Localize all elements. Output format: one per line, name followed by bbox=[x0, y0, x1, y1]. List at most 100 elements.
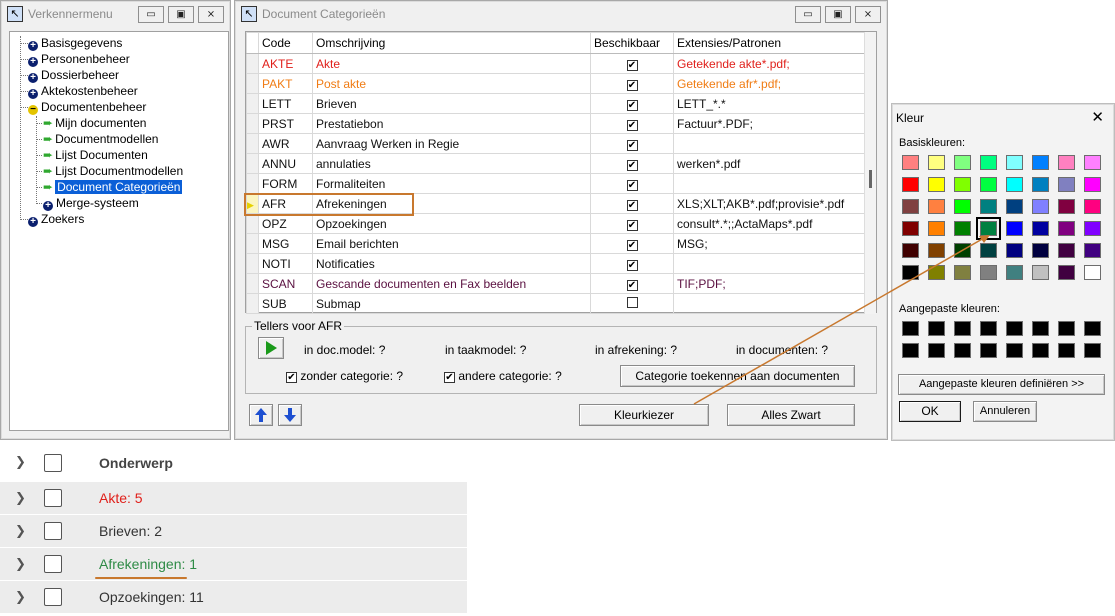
cell-code[interactable]: SCAN bbox=[258, 273, 313, 294]
cell-extensies[interactable]: Getekende afr*.pdf; bbox=[673, 73, 866, 94]
cell-omschrijving[interactable]: Aanvraag Werken in Regie bbox=[312, 133, 591, 154]
tree-item-documentmodellen[interactable]: ➨ Documentmodellen bbox=[43, 131, 158, 147]
cell-code[interactable]: OPZ bbox=[258, 213, 313, 234]
tree-item-zoekers[interactable]: + Zoekers bbox=[28, 211, 84, 227]
color-swatch[interactable] bbox=[1032, 221, 1049, 236]
custom-color-swatch[interactable] bbox=[1032, 321, 1049, 336]
cell-code[interactable]: MSG bbox=[258, 233, 313, 254]
cell-omschrijving[interactable]: Post akte bbox=[312, 73, 591, 94]
color-swatch[interactable] bbox=[928, 243, 945, 258]
color-swatch[interactable] bbox=[1084, 265, 1101, 280]
expand-icon[interactable]: + bbox=[28, 41, 38, 51]
color-swatch[interactable] bbox=[980, 199, 997, 214]
chevron-right-icon[interactable]: ❯ bbox=[15, 491, 26, 506]
color-swatch[interactable] bbox=[1058, 265, 1075, 280]
cell-beschikbaar[interactable]: ✔ bbox=[590, 173, 674, 194]
expand-icon[interactable]: + bbox=[28, 89, 38, 99]
beschikbaar-checkbox[interactable]: ✔ bbox=[626, 59, 638, 71]
cell-code[interactable]: PAKT bbox=[258, 73, 313, 94]
color-swatch[interactable] bbox=[980, 243, 997, 258]
select-all-checkbox[interactable] bbox=[44, 454, 62, 472]
chevron-right-icon[interactable]: ❯ bbox=[15, 557, 26, 572]
color-swatch[interactable] bbox=[1006, 177, 1023, 192]
cell-beschikbaar[interactable]: ✔ bbox=[590, 273, 674, 294]
color-swatch[interactable] bbox=[928, 155, 945, 170]
collapse-icon[interactable]: − bbox=[28, 105, 38, 115]
color-swatch[interactable] bbox=[1006, 221, 1023, 236]
cell-extensies[interactable]: XLS;XLT;AKB*.pdf;provisie*.pdf bbox=[673, 193, 866, 214]
color-swatch[interactable] bbox=[1006, 155, 1023, 170]
tree-item-basisgegevens[interactable]: + Basisgegevens bbox=[28, 35, 122, 51]
color-swatch[interactable] bbox=[954, 243, 971, 258]
color-swatch[interactable] bbox=[954, 221, 971, 236]
color-swatch[interactable] bbox=[1006, 199, 1023, 214]
color-swatch[interactable] bbox=[902, 199, 919, 214]
cell-code[interactable]: FORM bbox=[258, 173, 313, 194]
custom-color-swatch[interactable] bbox=[928, 343, 945, 358]
cell-beschikbaar[interactable] bbox=[590, 293, 674, 314]
grid-scrollbar[interactable] bbox=[864, 32, 876, 314]
table-row[interactable]: AKTE Akte ✔ Getekende akte*.pdf; bbox=[246, 53, 866, 74]
cell-omschrijving[interactable]: Brieven bbox=[312, 93, 591, 114]
cell-extensies[interactable] bbox=[673, 293, 866, 314]
color-swatch[interactable] bbox=[902, 177, 919, 192]
beschikbaar-checkbox[interactable]: ✔ bbox=[626, 219, 638, 231]
cancel-button[interactable]: Annuleren bbox=[973, 401, 1037, 422]
cell-beschikbaar[interactable]: ✔ bbox=[590, 53, 674, 74]
move-up-button[interactable] bbox=[249, 404, 273, 426]
cell-code[interactable]: AWR bbox=[258, 133, 313, 154]
custom-color-swatch[interactable] bbox=[902, 343, 919, 358]
column-header-omschrijving[interactable]: Omschrijving bbox=[312, 32, 591, 54]
beschikbaar-checkbox[interactable] bbox=[626, 296, 638, 308]
cell-beschikbaar[interactable]: ✔ bbox=[590, 193, 674, 214]
color-swatch[interactable] bbox=[1058, 221, 1075, 236]
color-swatch[interactable] bbox=[1084, 221, 1101, 236]
list-item[interactable]: ❯ Opzoekingen: 11 bbox=[0, 581, 467, 614]
color-swatch[interactable] bbox=[928, 265, 945, 280]
chevron-right-icon[interactable]: ❯ bbox=[15, 455, 26, 470]
cell-extensies[interactable] bbox=[673, 133, 866, 154]
chevron-right-icon[interactable]: ❯ bbox=[15, 590, 26, 605]
cell-extensies[interactable]: consult*.*;;ActaMaps*.pdf bbox=[673, 213, 866, 234]
cell-omschrijving[interactable]: Gescande documenten en Fax beelden bbox=[312, 273, 591, 294]
list-item[interactable]: ❯ Afrekeningen: 1 bbox=[0, 548, 467, 581]
cell-code[interactable]: SUB bbox=[258, 293, 313, 314]
alles-zwart-button[interactable]: Alles Zwart bbox=[727, 404, 855, 426]
color-swatch[interactable] bbox=[1032, 177, 1049, 192]
cell-beschikbaar[interactable]: ✔ bbox=[590, 133, 674, 154]
cell-beschikbaar[interactable]: ✔ bbox=[590, 213, 674, 234]
color-swatch[interactable] bbox=[1058, 155, 1075, 170]
custom-color-swatch[interactable] bbox=[954, 321, 971, 336]
cell-omschrijving[interactable]: Notificaties bbox=[312, 253, 591, 274]
color-swatch[interactable] bbox=[954, 155, 971, 170]
doccat-titlebar[interactable]: ↖ Document Categorieën ▭ ▣ ⨯ bbox=[237, 3, 885, 25]
color-swatch[interactable] bbox=[1006, 243, 1023, 258]
beschikbaar-checkbox[interactable]: ✔ bbox=[626, 259, 638, 271]
cell-omschrijving[interactable]: annulaties bbox=[312, 153, 591, 174]
color-swatch[interactable] bbox=[1032, 199, 1049, 214]
cell-code[interactable]: LETT bbox=[258, 93, 313, 114]
custom-color-swatch[interactable] bbox=[980, 343, 997, 358]
table-row[interactable]: AWR Aanvraag Werken in Regie ✔ bbox=[246, 133, 866, 154]
column-header-code[interactable]: Code bbox=[258, 32, 313, 54]
cell-beschikbaar[interactable]: ✔ bbox=[590, 93, 674, 114]
close-button[interactable]: ⨯ bbox=[855, 5, 881, 23]
close-button[interactable]: ⨯ bbox=[198, 5, 224, 23]
beschikbaar-checkbox[interactable]: ✔ bbox=[626, 139, 638, 151]
cell-extensies[interactable]: TIF;PDF; bbox=[673, 273, 866, 294]
color-swatch[interactable] bbox=[1084, 199, 1101, 214]
color-swatch[interactable] bbox=[980, 155, 997, 170]
cell-extensies[interactable]: MSG; bbox=[673, 233, 866, 254]
expand-icon[interactable]: + bbox=[28, 73, 38, 83]
color-swatch[interactable] bbox=[954, 265, 971, 280]
table-row[interactable]: PAKT Post akte ✔ Getekende afr*.pdf; bbox=[246, 73, 866, 94]
row-checkbox[interactable] bbox=[44, 522, 62, 540]
cell-omschrijving[interactable]: Prestatiebon bbox=[312, 113, 591, 134]
checkbox[interactable]: ✔ bbox=[286, 372, 297, 383]
cell-beschikbaar[interactable]: ✔ bbox=[590, 113, 674, 134]
move-down-button[interactable] bbox=[278, 404, 302, 426]
table-row[interactable]: LETT Brieven ✔ LETT_*.* bbox=[246, 93, 866, 114]
custom-color-swatch[interactable] bbox=[954, 343, 971, 358]
beschikbaar-checkbox[interactable]: ✔ bbox=[626, 179, 638, 191]
custom-color-swatch[interactable] bbox=[902, 321, 919, 336]
